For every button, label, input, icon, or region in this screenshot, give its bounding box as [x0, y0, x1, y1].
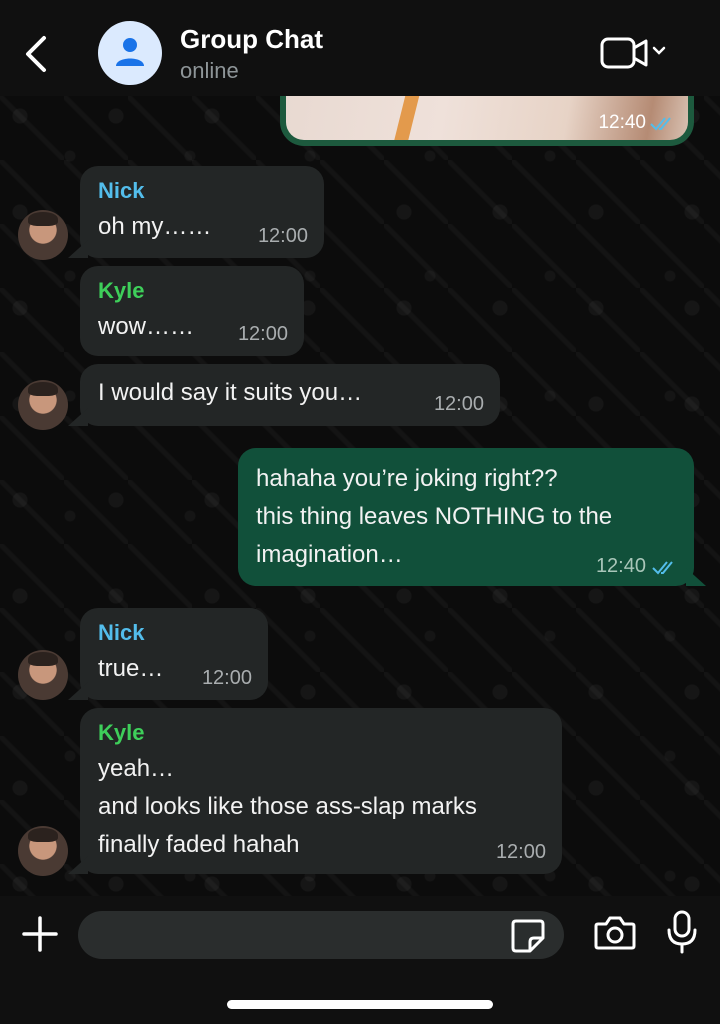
chat-status: online	[180, 58, 239, 83]
sender-name[interactable]: Kyle	[98, 278, 286, 304]
message-text: I would say it suits you…	[98, 379, 363, 406]
back-button[interactable]	[18, 34, 54, 74]
image-preview[interactable]: 12:40	[286, 96, 688, 140]
camera-icon	[594, 916, 636, 950]
video-call-button[interactable]	[600, 36, 672, 70]
double-check-icon	[652, 560, 673, 574]
message-bubble[interactable]: Nick true… 12:00	[68, 608, 268, 700]
avatar-nick[interactable]	[18, 210, 68, 260]
message-time: 12:00	[237, 323, 288, 345]
avatar-kyle[interactable]	[18, 826, 68, 876]
sender-name[interactable]: Kyle	[98, 720, 544, 746]
message-bubble[interactable]: I would say it suits you… 12:00	[68, 364, 500, 426]
microphone-button[interactable]	[666, 910, 698, 954]
video-camera-icon	[600, 37, 666, 69]
chevron-left-icon	[26, 36, 46, 72]
message-time: 12:00	[257, 225, 308, 247]
message-time: 12:40	[595, 555, 646, 577]
image-message[interactable]: 12:40	[280, 96, 694, 146]
sticker-button[interactable]	[510, 918, 546, 954]
group-avatar[interactable]	[98, 21, 162, 85]
message-text: yeah… and looks like those ass-slap mark…	[98, 755, 477, 858]
chat-title[interactable]: Group Chat	[180, 24, 323, 55]
avatar-nick[interactable]	[18, 650, 68, 700]
sticker-icon	[511, 919, 545, 953]
message-bubble[interactable]: Nick oh my…… 12:00	[68, 166, 324, 258]
sender-name[interactable]: Nick	[98, 178, 306, 204]
message-time: 12:40	[598, 112, 646, 133]
person-icon	[116, 38, 144, 66]
message-bubble-outgoing[interactable]: hahaha you’re joking right?? this thing …	[238, 448, 706, 586]
message-input[interactable]	[78, 911, 564, 959]
message-list[interactable]: 12:40 Nick oh my…… 12:00 Kyle wow…… 12:0…	[0, 96, 720, 896]
message-time: 12:00	[433, 393, 484, 415]
microphone-icon	[667, 910, 697, 954]
plus-icon	[22, 916, 58, 952]
home-indicator[interactable]	[227, 1000, 493, 1009]
camera-button[interactable]	[594, 914, 636, 952]
message-bubble[interactable]: Kyle wow…… 12:00	[80, 266, 304, 356]
chat-header: Group Chat online	[0, 0, 720, 96]
message-time: 12:00	[201, 667, 252, 689]
double-check-icon	[650, 117, 671, 131]
message-time: 12:00	[495, 841, 546, 863]
sender-name[interactable]: Nick	[98, 620, 250, 646]
attach-button[interactable]	[20, 914, 60, 954]
avatar-kyle[interactable]	[18, 380, 68, 430]
message-bubble[interactable]: Kyle yeah… and looks like those ass-slap…	[68, 708, 562, 874]
